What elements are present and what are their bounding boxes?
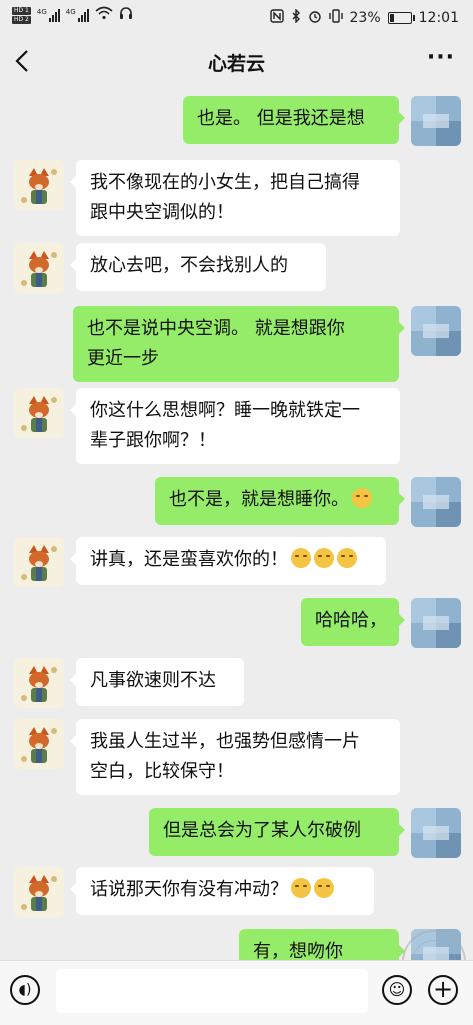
message-text: 也不是，就是想睡你。 <box>169 485 385 515</box>
message-text: 讲真，还是蛮喜欢你的！ <box>90 545 372 575</box>
emoji-icon <box>314 548 334 568</box>
message-text: 空白，比较保守！ <box>90 761 234 782</box>
message-text: 放心去吧，不会找别人的 <box>90 255 288 276</box>
contact-avatar[interactable] <box>14 537 64 587</box>
contact-avatar[interactable] <box>14 388 64 438</box>
chat-title: 心若云 <box>207 53 265 75</box>
contact-avatar[interactable] <box>14 719 64 769</box>
bluetooth-icon <box>291 8 301 27</box>
hd-indicator: HD 1 HD 2 <box>12 6 31 24</box>
emoji-icon: ☺ <box>388 980 406 999</box>
plus-icon: + <box>432 975 454 1003</box>
message-row: 放心去吧，不会找别人的 <box>0 243 473 293</box>
incoming-message-bubble[interactable]: 你这什么思想啊？睡一晚就铁定一 辈子跟你啊？！ <box>70 388 400 464</box>
outgoing-message-bubble[interactable]: 也是。 但是我还是想 <box>183 96 405 144</box>
message-text: 但是总会为了某人尔破例 <box>163 820 361 841</box>
emoji-icon <box>291 878 311 898</box>
incoming-message-bubble[interactable]: 我虽人生过半，也强势但感情一片 空白，比较保守！ <box>70 719 400 795</box>
status-right: 23% 12:01 <box>269 8 459 27</box>
more-button[interactable]: ··· <box>426 45 455 70</box>
incoming-message-bubble[interactable]: 放心去吧，不会找别人的 <box>70 243 326 291</box>
network-type-1: 4G <box>36 8 47 16</box>
chat-header: 心若云 ··· <box>0 38 473 86</box>
message-text: 凡事欲速则不达 <box>90 670 216 691</box>
emoji-icon <box>337 548 357 568</box>
message-text: 你这什么思想啊？睡一晚就铁定一 <box>90 400 360 421</box>
more-dots-icon: ··· <box>426 45 455 70</box>
incoming-message-bubble[interactable]: 讲真，还是蛮喜欢你的！ <box>70 537 386 585</box>
message-row: 你这什么思想啊？睡一晚就铁定一 辈子跟你啊？！ <box>0 388 473 464</box>
battery-level-fill <box>389 14 394 22</box>
message-row: 但是总会为了某人尔破例 <box>0 808 473 858</box>
hd2-label: HD 2 <box>12 15 31 24</box>
headphones-icon <box>119 6 133 24</box>
message-text: 也不是说中央空调。 就是想跟你 <box>87 318 345 339</box>
message-text: 跟中央空调似的！ <box>90 202 234 223</box>
outgoing-message-bubble[interactable]: 也不是说中央空调。 就是想跟你 更近一步 <box>73 306 405 382</box>
alarm-icon <box>308 9 322 27</box>
message-row: 我不像现在的小女生，把自己搞得 跟中央空调似的！ <box>0 160 473 236</box>
signal-icon: 4G <box>37 8 60 22</box>
incoming-message-bubble[interactable]: 凡事欲速则不达 <box>70 658 244 706</box>
signal-icon-2: 4G <box>66 8 89 22</box>
message-text: 话说那天你有没有冲动？ <box>90 875 360 905</box>
my-avatar[interactable] <box>411 477 461 527</box>
incoming-message-bubble[interactable]: 我不像现在的小女生，把自己搞得 跟中央空调似的！ <box>70 160 400 236</box>
battery-icon <box>387 12 415 24</box>
message-text: 也是。 但是我还是想 <box>197 108 365 129</box>
nfc-icon <box>269 9 284 27</box>
my-avatar[interactable] <box>411 96 461 146</box>
outgoing-message-bubble[interactable]: 但是总会为了某人尔破例 <box>149 808 405 856</box>
message-row: 话说那天你有没有冲动？ <box>0 867 473 917</box>
message-text: 辈子跟你啊？！ <box>90 430 216 451</box>
hd1-label: HD 1 <box>12 6 31 15</box>
contact-avatar[interactable] <box>14 867 64 917</box>
message-row: 我虽人生过半，也强势但感情一片 空白，比较保守！ <box>0 719 473 795</box>
emoji-icon <box>291 548 311 568</box>
wifi-icon <box>95 6 113 24</box>
contact-avatar[interactable] <box>14 658 64 708</box>
my-avatar[interactable] <box>411 598 461 648</box>
contact-avatar[interactable] <box>14 160 64 210</box>
plus-button[interactable]: + <box>428 975 458 1005</box>
network-type-2: 4G <box>65 8 76 16</box>
message-text: 哈哈哈， <box>315 610 387 631</box>
message-text: 我虽人生过半，也强势但感情一片 <box>90 731 360 752</box>
outgoing-message-bubble[interactable]: 也不是，就是想睡你。 <box>155 477 405 525</box>
incoming-message-bubble[interactable]: 话说那天你有没有冲动？ <box>70 867 374 915</box>
emoji-icon <box>352 488 372 508</box>
vibrate-icon <box>328 9 343 27</box>
status-bar: HD 1 HD 2 4G 4G 23% 12:01 <box>0 0 473 36</box>
contact-avatar[interactable] <box>14 243 64 293</box>
message-text: 更近一步 <box>87 348 159 369</box>
emoji-button[interactable]: ☺ <box>382 975 412 1005</box>
message-row: 哈哈哈， <box>0 598 473 648</box>
battery-percent: 23% <box>349 10 381 26</box>
emoji-icon <box>314 878 334 898</box>
message-row: 也不是，就是想睡你。 <box>0 477 473 527</box>
clock: 12:01 <box>418 10 459 26</box>
message-input[interactable] <box>56 969 368 1013</box>
message-row: 也是。 但是我还是想 <box>0 96 473 146</box>
my-avatar[interactable] <box>411 306 461 356</box>
voice-icon: ◖) <box>18 982 32 998</box>
voice-button[interactable]: ◖) <box>10 975 40 1005</box>
outgoing-message-bubble[interactable]: 哈哈哈， <box>301 598 405 646</box>
input-bar: ◖) ☺ + <box>0 960 473 1025</box>
message-row: 也不是说中央空调。 就是想跟你 更近一步 <box>0 306 473 382</box>
message-row: 凡事欲速则不达 <box>0 658 473 708</box>
status-left: HD 1 HD 2 4G 4G <box>12 6 133 24</box>
message-row: 讲真，还是蛮喜欢你的！ <box>0 537 473 587</box>
my-avatar[interactable] <box>411 808 461 858</box>
message-text: 我不像现在的小女生，把自己搞得 <box>90 172 360 193</box>
